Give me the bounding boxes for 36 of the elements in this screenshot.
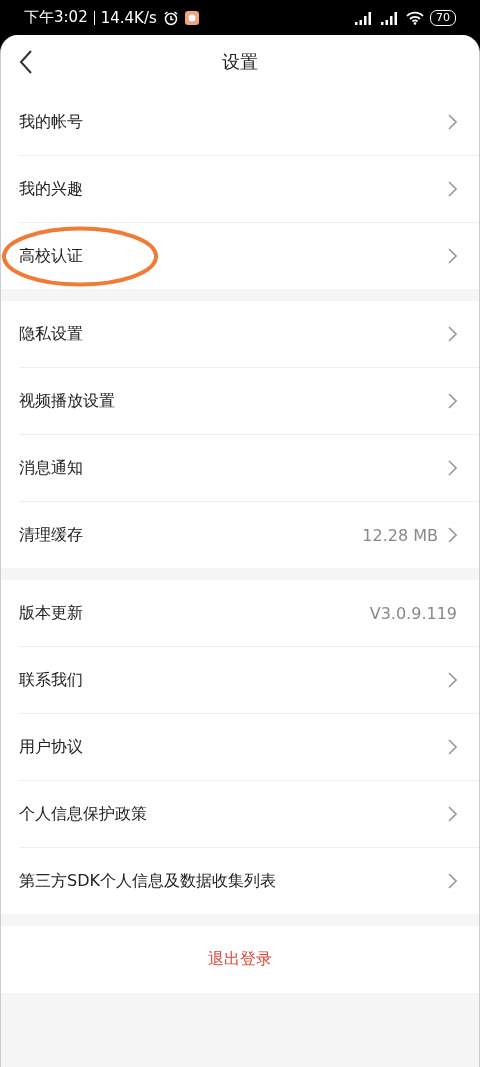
- item-label: 个人信息保护政策: [19, 803, 147, 825]
- signal-icon: [380, 10, 400, 25]
- settings-item[interactable]: 版本更新 V3.0.9.119: [19, 580, 479, 647]
- settings-item[interactable]: 高校认证: [19, 223, 479, 289]
- item-label: 我的帐号: [19, 111, 83, 133]
- item-label: 高校认证: [19, 245, 83, 267]
- settings-item[interactable]: 我的帐号: [19, 89, 479, 156]
- item-label: 消息通知: [19, 457, 83, 479]
- settings-item[interactable]: 用户协议: [19, 714, 479, 781]
- item-value: V3.0.9.119: [369, 603, 457, 623]
- alarm-icon: [162, 9, 179, 26]
- network-speed: 14.4K/s: [100, 8, 157, 27]
- item-label: 联系我们: [19, 669, 83, 691]
- battery-indicator: 70: [430, 9, 456, 26]
- signal-icon: [354, 10, 374, 25]
- item-label: 视频播放设置: [19, 390, 115, 412]
- item-label: 我的兴趣: [19, 178, 83, 200]
- item-label: 第三方SDK个人信息及数据收集列表: [19, 870, 276, 892]
- settings-item[interactable]: 清理缓存 12.28 MB: [19, 502, 479, 568]
- settings-item[interactable]: 第三方SDK个人信息及数据收集列表: [19, 848, 479, 914]
- settings-item[interactable]: 我的兴趣: [19, 156, 479, 223]
- status-time: 下午3:02: [24, 8, 88, 27]
- settings-item[interactable]: 联系我们: [19, 647, 479, 714]
- settings-item[interactable]: 隐私设置: [19, 301, 479, 368]
- item-label: 版本更新: [19, 602, 83, 624]
- page-title: 设置: [222, 50, 258, 74]
- item-value: 12.28 MB: [362, 525, 438, 545]
- settings-item[interactable]: 消息通知: [19, 435, 479, 502]
- wifi-icon: [406, 10, 424, 25]
- app-notification-icon: [184, 10, 199, 25]
- item-label: 用户协议: [19, 736, 83, 758]
- item-label: 清理缓存: [19, 524, 83, 546]
- back-icon[interactable]: [19, 49, 33, 75]
- settings-item[interactable]: 视频播放设置: [19, 368, 479, 435]
- settings-item[interactable]: 个人信息保护政策: [19, 781, 479, 848]
- item-label: 隐私设置: [19, 323, 83, 345]
